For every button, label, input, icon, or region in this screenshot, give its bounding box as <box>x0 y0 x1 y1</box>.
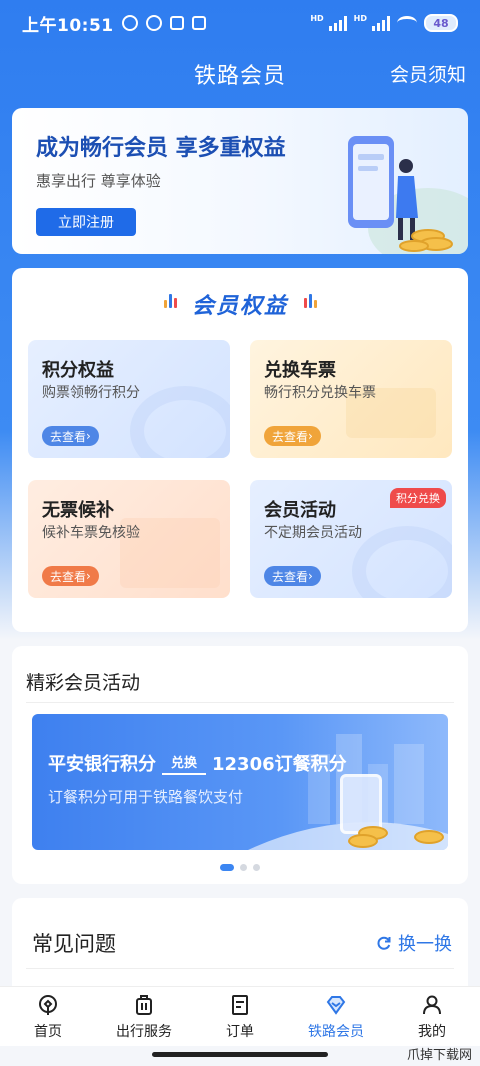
promo-carousel-slide[interactable]: 平安银行积分 兑换 12306订餐积分 订餐积分可用于铁路餐饮支付 <box>32 714 448 850</box>
tile-subtitle: 购票领畅行积分 <box>42 385 140 401</box>
title-decoration-right <box>304 294 317 308</box>
title-bar: 铁路会员 会员须知 <box>0 48 480 98</box>
tile-subtitle: 畅行积分兑换车票 <box>264 385 376 401</box>
promo-subtitle: 订餐积分可用于铁路餐饮支付 <box>48 788 244 806</box>
tile-title: 会员活动 <box>264 500 336 521</box>
status-system-icons: HD HD 48 <box>310 14 458 32</box>
tab-home[interactable]: 首页 <box>0 987 96 1046</box>
tab-label: 铁路会员 <box>308 1024 364 1040</box>
member-notice-link[interactable]: 会员须知 <box>390 60 466 87</box>
coin-illustration <box>414 830 444 844</box>
divider <box>26 702 454 703</box>
coin-illustration <box>348 834 378 848</box>
signal-icon-2 <box>372 15 390 31</box>
tab-mine[interactable]: 我的 <box>384 987 480 1046</box>
tile-subtitle: 不定期会员活动 <box>264 525 362 541</box>
tile-title: 积分权益 <box>42 360 114 381</box>
alarm-icon <box>145 15 162 31</box>
order-icon <box>232 995 248 1015</box>
profile-icon <box>423 995 441 1015</box>
watermark: 爪掉下载网 <box>406 1048 472 1063</box>
home-indicator[interactable] <box>152 1052 328 1057</box>
tab-label: 首页 <box>34 1024 62 1040</box>
view-button[interactable]: 去查看 › <box>42 426 99 446</box>
refresh-icon <box>377 936 391 950</box>
banner-illustration <box>348 136 468 254</box>
tab-railway-member[interactable]: 铁路会员 <box>288 987 384 1046</box>
member-activities-section: 精彩会员活动 平安银行积分 兑换 12306订餐积分 订餐积分可用于铁路餐饮支付 <box>12 646 468 884</box>
home-icon <box>39 995 57 1015</box>
carousel-dot[interactable] <box>253 864 260 871</box>
mute-icon <box>121 15 138 31</box>
tile-waitlist[interactable]: 无票候补 候补车票免核验 去查看 › <box>28 480 230 598</box>
tab-travel-services[interactable]: 出行服务 <box>96 987 192 1046</box>
phone-illustration <box>340 774 382 834</box>
status-bar: 上午10:51 HD HD 48 <box>0 0 480 46</box>
view-button[interactable]: 去查看 › <box>264 566 321 586</box>
status-notification-icons <box>121 15 206 31</box>
carousel-dot[interactable] <box>240 864 247 871</box>
register-button[interactable]: 立即注册 <box>36 208 136 236</box>
tile-member-activities[interactable]: 积分兑换 会员活动 不定期会员活动 去查看 › <box>250 480 452 598</box>
carousel-dot[interactable] <box>220 864 234 871</box>
app-notification-icon <box>169 16 184 30</box>
battery-icon: 48 <box>424 14 458 32</box>
tab-label: 订单 <box>226 1024 254 1040</box>
faq-title: 常见问题 <box>32 932 116 956</box>
tab-label: 我的 <box>418 1024 446 1040</box>
carousel-pagination <box>12 864 468 871</box>
member-benefits-section: 会员权益 积分权益 购票领畅行积分 去查看 › 兑换车票 畅行积分兑换车票 去查看… <box>12 268 468 632</box>
signal-icon <box>328 15 347 31</box>
wifi-icon <box>397 16 417 30</box>
luggage-icon <box>136 995 152 1015</box>
tile-title: 兑换车票 <box>264 360 336 381</box>
tab-label: 出行服务 <box>116 1024 172 1040</box>
exchange-arrow: 兑换 <box>162 752 206 775</box>
benefits-title: 会员权益 <box>191 294 288 319</box>
app-notification-icon-2 <box>191 16 206 30</box>
diamond-icon <box>326 996 346 1015</box>
status-time: 上午10:51 <box>22 15 114 36</box>
promo-headline: 平安银行积分 兑换 12306订餐积分 <box>48 750 347 776</box>
activities-title: 精彩会员活动 <box>26 672 141 694</box>
tile-exchange-tickets[interactable]: 兑换车票 畅行积分兑换车票 去查看 › <box>250 340 452 458</box>
bottom-tab-bar: 首页 出行服务 订单 铁路会员 我的 <box>0 986 480 1046</box>
tab-orders[interactable]: 订单 <box>192 987 288 1046</box>
view-button[interactable]: 去查看 › <box>264 426 321 446</box>
refresh-button[interactable]: 换一换 <box>376 930 452 956</box>
tile-subtitle: 候补车票免核验 <box>42 525 140 541</box>
tile-title: 无票候补 <box>42 500 114 521</box>
divider <box>26 968 454 969</box>
banner-headline: 成为畅行会员 享多重权益 <box>36 136 286 161</box>
tile-points-benefits[interactable]: 积分权益 购票领畅行积分 去查看 › <box>28 340 230 458</box>
banner-subtitle: 惠享出行 尊享体验 <box>36 172 161 190</box>
points-exchange-badge: 积分兑换 <box>390 488 446 508</box>
register-banner[interactable]: 成为畅行会员 享多重权益 惠享出行 尊享体验 立即注册 <box>12 108 468 254</box>
view-button[interactable]: 去查看 › <box>42 566 99 586</box>
